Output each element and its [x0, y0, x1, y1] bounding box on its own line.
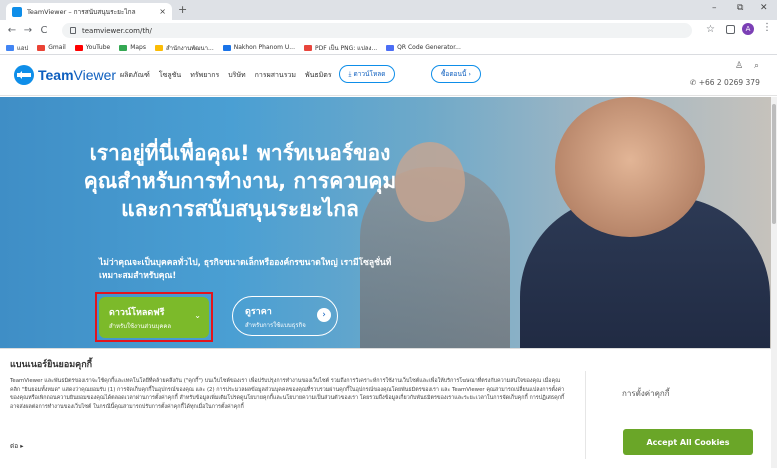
cookie-banner-text: TeamViewer และพันธมิตรของเราจะใช้คุกกี้แ… [10, 378, 565, 410]
phone-text: +66 2 0269 379 [698, 78, 760, 87]
arrow-right-icon: › [317, 308, 331, 322]
teamviewer-logo[interactable]: TeamViewer [14, 65, 116, 85]
bookmark-favicon-icon [155, 44, 163, 51]
bookmark-favicon-icon [386, 44, 395, 51]
phone-number[interactable]: ✆ +66 2 0269 379 [690, 78, 760, 87]
tab-close-icon[interactable]: × [159, 7, 166, 16]
cookie-settings-link[interactable]: การตั้งค่าคุกกี้ [622, 387, 670, 400]
accept-all-cookies-button[interactable]: Accept All Cookies [623, 429, 753, 455]
hero-subtext: ไม่ว่าคุณจะเป็นบุคคลทั่วไป, ธุรกิจขนาดเล… [99, 258, 392, 281]
highlight-box [95, 292, 213, 342]
bookmark-favicon-icon [37, 44, 46, 51]
bookmark-item[interactable]: YouTube [74, 44, 111, 51]
minimize-button[interactable]: – [712, 3, 717, 13]
url-text: teamviewer.com/th/ [82, 26, 152, 35]
scrollbar-thumb[interactable] [772, 104, 776, 224]
bookmark-item[interactable]: QR Code Generator... [386, 44, 461, 51]
bookmark-label: PDF เป็น PNG: แปลง... [315, 44, 378, 52]
bookmark-favicon-icon [119, 44, 128, 51]
bookmark-label: QR Code Generator... [397, 44, 461, 51]
cookie-divider [585, 371, 586, 459]
bookmark-label: Nakhon Phanom U... [233, 44, 295, 51]
nav-item[interactable]: การผสานรวม [255, 70, 296, 81]
view-pricing-button[interactable]: ดูราคา สำหรับการใช้แบบธุรกิจ › [232, 296, 338, 336]
header-buy-button[interactable]: ซื้อตอนนี้ › [431, 65, 481, 83]
bookmark-label: YouTube [85, 44, 111, 51]
bookmark-favicon-icon [74, 44, 83, 51]
search-icon[interactable]: ⌕ [754, 61, 759, 71]
user-icon[interactable]: ♙ [735, 61, 743, 71]
browser-tab-bar: TeamViewer – การสนับสนุนระยะไกล × + – ⧉ … [0, 0, 777, 20]
logo-text-bold: Team [38, 67, 74, 83]
logo-text-light: Viewer [73, 67, 117, 83]
view-pricing-sub: สำหรับการใช้แบบธุรกิจ [245, 322, 306, 329]
reload-button[interactable]: C [36, 25, 52, 36]
bookmark-item[interactable]: Nakhon Phanom U... [222, 44, 295, 51]
hero-headline: เราอยู่ที่นี่เพื่อคุณ! พาร์ทเนอร์ของคุณส… [83, 141, 397, 221]
phone-icon: ✆ [690, 78, 697, 87]
cookie-more-link[interactable]: ต่อ ▸ [10, 441, 23, 451]
bookmark-label: สำนักงานพัฒนา... [166, 44, 214, 52]
lock-icon [70, 27, 76, 34]
bookmark-label: แอป [17, 44, 29, 52]
browser-menu-icon[interactable]: ⋮ [762, 22, 772, 33]
url-input[interactable]: teamviewer.com/th/ [62, 23, 692, 38]
bookmark-item[interactable]: PDF เป็น PNG: แปลง... [304, 43, 377, 53]
nav-item[interactable]: โซลูชัน [159, 70, 181, 81]
bookmark-item[interactable]: Gmail [37, 44, 66, 51]
bookmark-label: Maps [130, 44, 146, 51]
bookmark-item[interactable]: สำนักงานพัฒนา... [155, 43, 214, 53]
cookie-banner-title: แบนเนอร์ยินยอมคุกกี้ [10, 360, 93, 370]
bookmark-item[interactable]: แอป [6, 43, 28, 53]
bookmark-favicon-icon [6, 44, 14, 51]
bookmark-favicon-icon [304, 44, 312, 51]
new-tab-button[interactable]: + [178, 3, 187, 16]
nav-item[interactable]: บริษัท [228, 70, 245, 81]
hero-person-front-head [555, 97, 705, 237]
view-pricing-label: ดูราคา [245, 307, 272, 317]
close-window-button[interactable]: ✕ [760, 3, 768, 13]
address-bar-row: ← → C teamviewer.com/th/ [0, 20, 777, 41]
nav-item[interactable]: พันธมิตร [305, 70, 332, 81]
site-header: TeamViewer ผลิตภัณฑ์ โซลูชัน ทรัพยากร บริษั… [0, 56, 777, 96]
browser-tab[interactable]: TeamViewer – การสนับสนุนระยะไกล × [6, 3, 172, 20]
bookmark-favicon-icon [222, 44, 231, 51]
nav-item[interactable]: ผลิตภัณฑ์ [120, 70, 150, 81]
nav-item[interactable]: ทรัพยากร [190, 70, 219, 81]
bookmark-label: Gmail [48, 44, 66, 51]
teamviewer-logo-icon [14, 65, 34, 85]
profile-avatar[interactable]: A [742, 23, 754, 35]
restore-button[interactable]: ⧉ [737, 3, 743, 13]
back-button[interactable]: ← [4, 25, 20, 36]
main-nav: ผลิตภัณฑ์ โซลูชัน ทรัพยากร บริษัท การผสานรวม… [120, 70, 332, 81]
bookmark-item[interactable]: Maps [119, 44, 146, 51]
bookmarks-bar: แอป Gmail YouTube Maps สำนักงานพัฒนา... Nakho… [0, 41, 777, 55]
bookmark-star-icon[interactable]: ☆ [706, 24, 715, 35]
hero-section: เราอยู่ที่นี่เพื่อคุณ! พาร์ทเนอร์ของคุณส… [0, 97, 771, 348]
tab-title: TeamViewer – การสนับสนุนระยะไกล [27, 7, 136, 16]
cookie-banner: แบนเนอร์ยินยอมคุกกี้ TeamViewer และพันธม… [0, 348, 771, 468]
extensions-icon[interactable] [726, 25, 735, 34]
teamviewer-favicon-icon [12, 6, 22, 17]
hero-person-back-head [395, 142, 465, 222]
forward-button[interactable]: → [20, 25, 36, 36]
header-download-button[interactable]: ⤓ ดาวน์โหลด [339, 65, 395, 83]
